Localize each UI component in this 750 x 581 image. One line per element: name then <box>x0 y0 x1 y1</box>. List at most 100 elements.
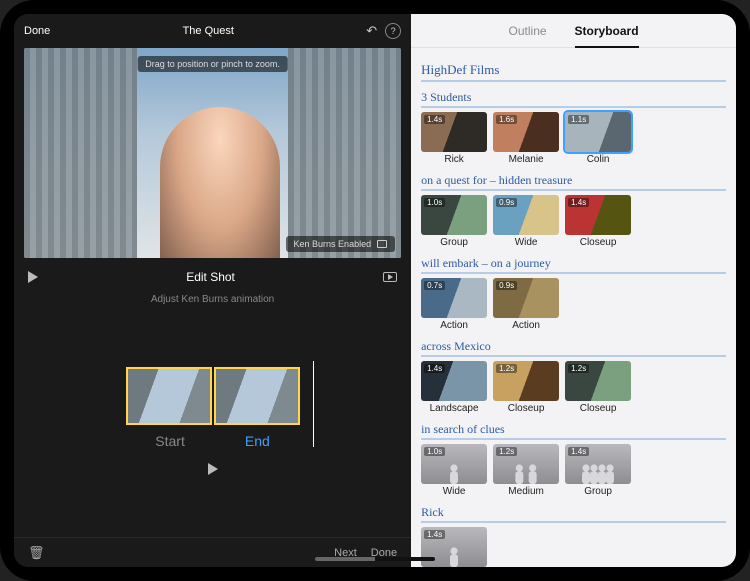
clip-caption: Medium <box>493 486 559 497</box>
kenburns-end-thumb[interactable] <box>214 367 300 425</box>
clip-thumbnail[interactable]: 1.4s <box>421 527 487 567</box>
clip-thumbnail[interactable]: 1.4s <box>565 195 631 235</box>
clip-duration: 0.9s <box>496 198 517 207</box>
done-button[interactable]: Done <box>24 25 50 37</box>
clip-caption: Closeup <box>565 403 631 414</box>
storyboard-clip[interactable]: 1.0s Wide <box>421 444 487 497</box>
storyboard-clip-row: 0.7sAction 0.9s Action <box>421 278 726 331</box>
storyboard-section-head[interactable]: 3 Students <box>421 90 726 108</box>
editor-topbar: Done The Quest ↶ ? <box>14 14 411 48</box>
clip-thumbnail[interactable]: 1.4s <box>421 112 487 152</box>
kenburns-badge[interactable]: Ken Burns Enabled <box>286 236 396 252</box>
clip-thumbnail[interactable]: 1.0s <box>421 195 487 235</box>
clip-caption: Melanie <box>493 154 559 165</box>
edit-shot-bar: Edit Shot <box>14 264 411 290</box>
storyboard-clip[interactable]: 1.4sRick <box>421 527 487 567</box>
clip-caption: Wide <box>421 486 487 497</box>
clip-duration: 1.4s <box>424 115 445 124</box>
storyboard-section-head[interactable]: will embark – on a journey <box>421 256 726 274</box>
storyboard-clip[interactable]: 1.1sColin <box>565 112 631 165</box>
clip-caption: Group <box>421 237 487 248</box>
kenburns-toggle-icon <box>377 240 387 248</box>
storyboard-clip[interactable]: 1.6s Melanie <box>493 112 559 165</box>
slideshow-icon[interactable] <box>383 272 397 282</box>
storyboard-section-head[interactable]: across Mexico <box>421 339 726 357</box>
storyboard-clip[interactable]: 1.4sRick <box>421 112 487 165</box>
clip-duration: 0.9s <box>496 281 517 290</box>
clip-duration: 1.0s <box>424 447 445 456</box>
tab-storyboard[interactable]: Storyboard <box>575 24 639 38</box>
clip-duration: 1.2s <box>496 364 517 373</box>
clip-thumbnail[interactable]: 1.4s <box>565 444 631 484</box>
clip-caption: Action <box>493 320 559 331</box>
edit-shot-title: Edit Shot <box>186 270 235 284</box>
kenburns-track[interactable] <box>126 367 300 425</box>
clip-duration: 1.4s <box>568 198 589 207</box>
clip-thumbnail[interactable]: 0.7s <box>421 278 487 318</box>
kenburns-start-label[interactable]: Start <box>155 433 185 449</box>
storyboard-section-head[interactable]: in search of clues <box>421 422 726 440</box>
storyboard-pane: Outline Storyboard HighDef Films 3 Stude… <box>411 14 736 567</box>
storyboard-clip[interactable]: 0.7sAction <box>421 278 487 331</box>
project-title: The Quest <box>50 25 366 37</box>
edit-shot-hint: Adjust Ken Burns animation <box>14 294 411 305</box>
clip-thumbnail[interactable]: 1.2s <box>493 361 559 401</box>
clip-thumbnail[interactable]: 0.9s <box>493 278 559 318</box>
clip-duration: 1.6s <box>496 115 517 124</box>
clip-duration: 1.4s <box>568 447 589 456</box>
kenburns-start-thumb[interactable] <box>126 367 212 425</box>
storyboard-clip[interactable]: 1.4sLandscape <box>421 361 487 414</box>
storyboard-clip-row: 1.0s Wide 1.2s Medium 1.4s Group <box>421 444 726 497</box>
editor-bottom-bar: 🗑 Next Done <box>14 537 411 567</box>
storyboard-clip[interactable]: 0.9s Action <box>493 278 559 331</box>
editor-pane: Done The Quest ↶ ? Drag to position or p… <box>14 14 411 567</box>
clip-thumbnail[interactable]: 1.1s <box>565 112 631 152</box>
storyboard-clip[interactable]: 1.4s Closeup <box>565 195 631 248</box>
storyboard-scroll[interactable]: HighDef Films 3 Students1.4sRick1.6sMela… <box>411 48 736 567</box>
home-indicator[interactable] <box>315 557 435 561</box>
storyboard-clip[interactable]: 1.0s Group <box>421 195 487 248</box>
clip-caption: Closeup <box>565 237 631 248</box>
kenburns-play-icon[interactable] <box>208 463 218 475</box>
kenburns-end-label[interactable]: End <box>245 433 270 449</box>
storyboard-clip-row: 1.0s Group 0.9s Wide 1.4s Closeup <box>421 195 726 248</box>
storyboard-clip[interactable]: 1.4s Group <box>565 444 631 497</box>
clip-thumbnail[interactable]: 1.2s <box>565 361 631 401</box>
clip-thumbnail[interactable]: 1.4s <box>421 361 487 401</box>
clip-thumbnail[interactable]: 1.2s <box>493 444 559 484</box>
storyboard-clip-row: 1.4sRick <box>421 527 726 567</box>
trash-icon[interactable]: 🗑 <box>28 545 45 561</box>
preview-hint: Drag to position or pinch to zoom. <box>137 56 288 72</box>
preview-subject <box>160 107 280 258</box>
preview-bg-right <box>288 48 401 258</box>
clip-thumbnail[interactable]: 1.0s <box>421 444 487 484</box>
clip-duration: 1.2s <box>496 447 517 456</box>
clip-caption: Wide <box>493 237 559 248</box>
kenburns-editor: Start End <box>14 305 411 537</box>
clip-duration: 1.2s <box>568 364 589 373</box>
clip-thumbnail[interactable]: 1.6s <box>493 112 559 152</box>
clip-duration: 1.1s <box>568 115 589 124</box>
clip-thumbnail[interactable]: 0.9s <box>493 195 559 235</box>
clip-duration: 1.4s <box>424 364 445 373</box>
kenburns-label: Ken Burns Enabled <box>294 239 372 249</box>
preview-viewport[interactable]: Drag to position or pinch to zoom. Ken B… <box>24 48 401 258</box>
preview-bg-left <box>24 48 137 258</box>
storyboard-clip[interactable]: 1.2sCloseup <box>493 361 559 414</box>
storyboard-clip[interactable]: 0.9s Wide <box>493 195 559 248</box>
tablet-frame: Done The Quest ↶ ? Drag to position or p… <box>0 0 750 581</box>
storyboard-section-head[interactable]: Rick <box>421 505 726 523</box>
clip-caption: Group <box>565 486 631 497</box>
tab-outline[interactable]: Outline <box>509 24 547 38</box>
right-tabs: Outline Storyboard <box>411 14 736 48</box>
undo-icon[interactable]: ↶ <box>366 23 377 39</box>
storyboard-clip[interactable]: 1.2s Medium <box>493 444 559 497</box>
clip-duration: 1.0s <box>424 198 445 207</box>
kenburns-playhead[interactable] <box>313 361 314 447</box>
clip-duration: 1.4s <box>424 530 445 539</box>
play-icon[interactable] <box>28 271 38 283</box>
storyboard-project-title: HighDef Films <box>421 62 726 82</box>
storyboard-section-head[interactable]: on a quest for – hidden treasure <box>421 173 726 191</box>
storyboard-clip[interactable]: 1.2s Closeup <box>565 361 631 414</box>
help-icon[interactable]: ? <box>385 23 401 39</box>
